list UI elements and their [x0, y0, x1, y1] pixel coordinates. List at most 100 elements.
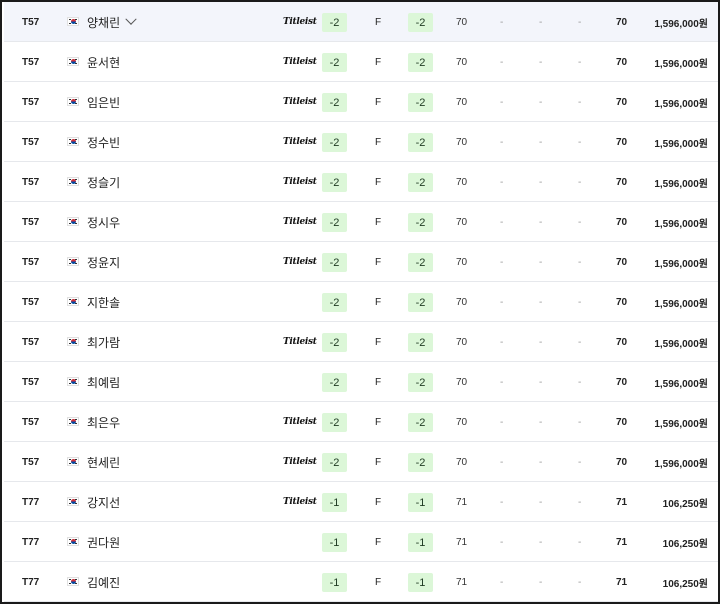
total-score-badge: -2: [408, 253, 433, 272]
round-3-score: -: [539, 256, 543, 268]
total-score-badge: -2: [408, 53, 433, 72]
leaderboard-panel: T57 양채린 Titleist -2 F -2 70 - - - 70 1,596,000원 T57 윤…: [0, 0, 720, 604]
today-score-badge: -2: [322, 213, 347, 232]
round-2-score: -: [500, 536, 504, 548]
round-4-score: -: [578, 136, 582, 148]
today-score-badge: -2: [322, 413, 347, 432]
south-korea-flag-icon: [67, 17, 79, 26]
round-1-score: 70: [456, 416, 468, 428]
table-row[interactable]: T57 최예림 -2 F -2 70 - - - 70 1,596,000원: [4, 362, 718, 402]
round-4-score: -: [578, 296, 582, 308]
player-name[interactable]: 최예림: [87, 362, 120, 402]
round-2-score: -: [500, 136, 504, 148]
round-1-score: 70: [456, 296, 468, 308]
total-score-badge: -1: [408, 573, 433, 592]
today-score-badge: -1: [322, 573, 347, 592]
table-row[interactable]: T77 권다원 -1 F -1 71 - - - 71 106,250원: [4, 522, 718, 562]
player-name[interactable]: 임은빈: [87, 82, 120, 122]
table-row[interactable]: T57 최가람 Titleist -2 F -2 70 - - - 70 1,596,000원: [4, 322, 718, 362]
prize-money: 1,596,000원: [654, 258, 708, 270]
player-name[interactable]: 정윤지: [87, 242, 120, 282]
south-korea-flag-icon: [67, 537, 79, 546]
table-row[interactable]: T57 양채린 Titleist -2 F -2 70 - - - 70 1,596,000원: [4, 2, 718, 42]
player-name[interactable]: 지한솔: [87, 282, 120, 322]
thru: F: [375, 336, 382, 348]
player-name[interactable]: 정수빈: [87, 122, 120, 162]
round-3-score: -: [539, 136, 543, 148]
table-row[interactable]: T57 정슬기 Titleist -2 F -2 70 - - - 70 1,596,000원: [4, 162, 718, 202]
round-4-score: -: [578, 56, 582, 68]
player-name[interactable]: 강지선: [87, 482, 120, 522]
round-2-score: -: [500, 416, 504, 428]
titleist-logo: Titleist: [283, 177, 317, 187]
player-name[interactable]: 정시우: [87, 202, 120, 242]
total-score-badge: -2: [408, 293, 433, 312]
player-name[interactable]: 김예진: [87, 562, 120, 602]
prize-money: 1,596,000원: [654, 18, 708, 30]
chevron-down-icon[interactable]: [125, 13, 137, 25]
table-row[interactable]: T57 임은빈 Titleist -2 F -2 70 - - - 70 1,596,000원: [4, 82, 718, 122]
south-korea-flag-icon: [67, 137, 79, 146]
table-row[interactable]: T57 최은우 Titleist -2 F -2 70 - - - 70 1,596,000원: [4, 402, 718, 442]
player-name-label: 김예진: [87, 575, 121, 590]
table-row[interactable]: T57 현세린 Titleist -2 F -2 70 - - - 70 1,596,000원: [4, 442, 718, 482]
rank: T57: [22, 136, 40, 148]
thru: F: [375, 176, 382, 188]
titleist-logo: Titleist: [283, 97, 317, 107]
table-row[interactable]: T57 윤서현 Titleist -2 F -2 70 - - - 70 1,596,000원: [4, 42, 718, 82]
total-strokes: 70: [616, 176, 628, 188]
prize-money: 106,250원: [662, 578, 708, 590]
round-4-score: -: [578, 536, 582, 548]
round-4-score: -: [578, 576, 582, 588]
player-name[interactable]: 권다원: [87, 522, 120, 562]
south-korea-flag-icon: [67, 257, 79, 266]
player-name[interactable]: 양채린: [87, 2, 137, 42]
prize-money: 1,596,000원: [654, 218, 708, 230]
round-1-score: 70: [456, 336, 468, 348]
prize-money: 1,596,000원: [654, 338, 708, 350]
player-name[interactable]: 윤서현: [87, 42, 120, 82]
player-name-label: 정슬기: [87, 175, 121, 190]
total-score-badge: -2: [408, 13, 433, 32]
round-1-score: 70: [456, 96, 468, 108]
round-2-score: -: [500, 216, 504, 228]
rank: T57: [22, 216, 40, 228]
total-strokes: 70: [616, 216, 628, 228]
round-2-score: -: [500, 376, 504, 388]
player-name[interactable]: 현세린: [87, 442, 120, 482]
round-2-score: -: [500, 56, 504, 68]
table-row[interactable]: T57 정시우 Titleist -2 F -2 70 - - - 70 1,596,000원: [4, 202, 718, 242]
round-3-score: -: [539, 576, 543, 588]
today-score-badge: -2: [322, 453, 347, 472]
table-row[interactable]: T77 김예진 -1 F -1 71 - - - 71 106,250원: [4, 562, 718, 602]
prize-money: 1,596,000원: [654, 58, 708, 70]
today-score-badge: -2: [322, 253, 347, 272]
table-row[interactable]: T77 강지선 Titleist -1 F -1 71 - - - 71 106,250원: [4, 482, 718, 522]
player-name-label: 임은빈: [87, 95, 121, 110]
table-row[interactable]: T57 정수빈 Titleist -2 F -2 70 - - - 70 1,596,000원: [4, 122, 718, 162]
thru: F: [375, 136, 382, 148]
south-korea-flag-icon: [67, 337, 79, 346]
round-2-score: -: [500, 296, 504, 308]
player-name-label: 강지선: [87, 495, 121, 510]
rank: T57: [22, 296, 40, 308]
titleist-logo: Titleist: [283, 57, 317, 67]
round-3-score: -: [539, 416, 543, 428]
today-score-badge: -2: [322, 93, 347, 112]
table-row[interactable]: T57 지한솔 -2 F -2 70 - - - 70 1,596,000원: [4, 282, 718, 322]
round-4-score: -: [578, 336, 582, 348]
today-score-badge: -1: [322, 493, 347, 512]
total-strokes: 70: [616, 456, 628, 468]
thru: F: [375, 56, 382, 68]
total-score-badge: -2: [408, 213, 433, 232]
table-row[interactable]: T57 정윤지 Titleist -2 F -2 70 - - - 70 1,596,000원: [4, 242, 718, 282]
total-strokes: 70: [616, 56, 628, 68]
player-name[interactable]: 정슬기: [87, 162, 120, 202]
total-strokes: 70: [616, 376, 628, 388]
total-score-badge: -2: [408, 173, 433, 192]
round-1-score: 70: [456, 176, 468, 188]
thru: F: [375, 216, 382, 228]
player-name[interactable]: 최은우: [87, 402, 120, 442]
player-name[interactable]: 최가람: [87, 322, 120, 362]
total-score-badge: -2: [408, 453, 433, 472]
